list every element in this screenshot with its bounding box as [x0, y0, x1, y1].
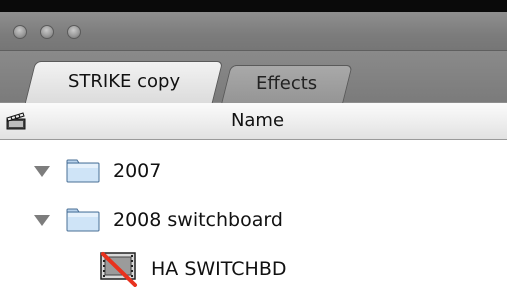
bin-list: 2007 2008 switchboard HA SWITCHBD — [0, 140, 507, 295]
folder-icon — [66, 208, 100, 232]
tab-effects[interactable]: Effects — [221, 65, 353, 103]
tab-bar: STRIKE copy Effects — [0, 51, 507, 103]
window-frame-top — [0, 0, 507, 12]
item-label: 2008 switchboard — [113, 209, 283, 231]
disclosure-triangle-icon[interactable] — [34, 215, 50, 226]
zoom-button[interactable] — [67, 25, 81, 39]
title-bar[interactable] — [0, 12, 507, 51]
name-column-header[interactable]: Name — [0, 103, 507, 139]
browser-window: STRIKE copy Effects Name 2007 2008 switc… — [0, 0, 507, 295]
item-label: 2007 — [113, 160, 162, 182]
minimize-button[interactable] — [40, 25, 54, 39]
item-label: HA SWITCHBD — [151, 258, 287, 280]
tab-label: STRIKE copy — [67, 71, 181, 92]
folder-icon — [66, 159, 100, 183]
tab-strike-copy[interactable]: STRIKE copy — [24, 61, 224, 103]
close-button[interactable] — [13, 25, 27, 39]
list-item[interactable]: 2007 — [0, 148, 507, 194]
tab-label: Effects — [256, 73, 318, 94]
list-item[interactable]: 2008 switchboard — [0, 197, 507, 243]
name-column-label: Name — [230, 110, 285, 131]
disclosure-triangle-icon[interactable] — [34, 166, 50, 177]
column-header[interactable]: Name — [0, 102, 507, 140]
clip-offline-icon — [100, 252, 137, 287]
list-item[interactable]: HA SWITCHBD — [0, 246, 507, 292]
